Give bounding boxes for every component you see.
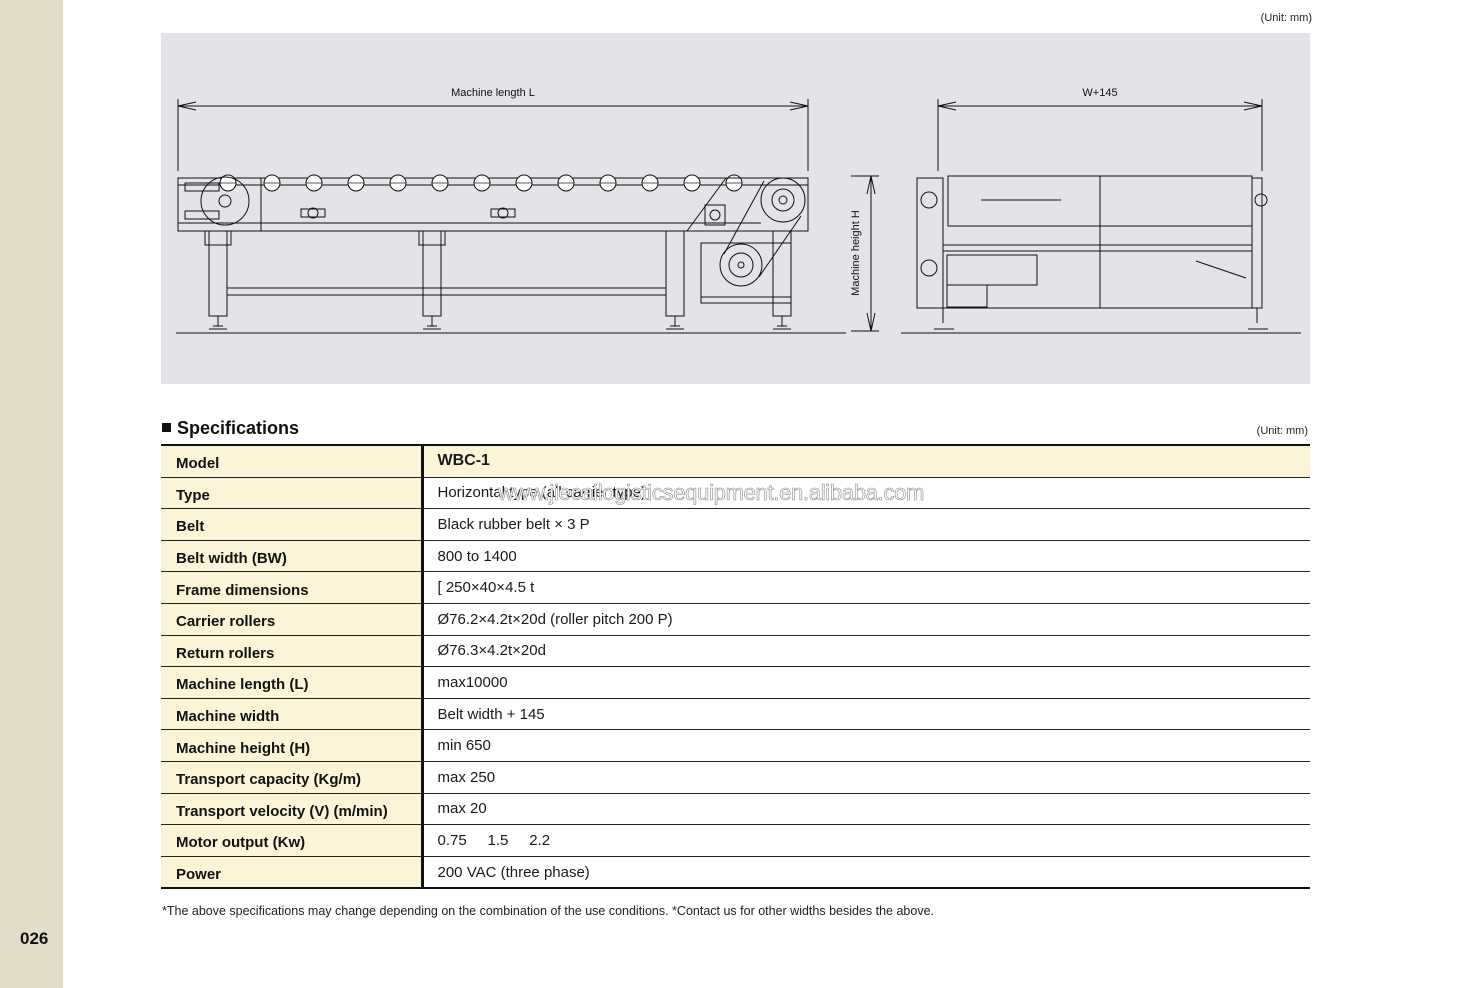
spec-label: Machine height (H) — [161, 729, 424, 762]
height-label: Machine height H — [850, 210, 862, 296]
sidebar-strip — [0, 0, 63, 988]
table-row: Machine width Belt width + 145 — [161, 698, 1310, 731]
spec-label: Motor output (Kw) — [161, 824, 424, 857]
table-row: Belt Black rubber belt × 3 P — [161, 508, 1310, 541]
spec-label: Transport capacity (Kg/m) — [161, 761, 424, 794]
spec-value: 800 to 1400 — [422, 540, 1310, 573]
spec-label: Transport velocity (V) (m/min) — [161, 793, 424, 826]
spec-label: Belt width (BW) — [161, 540, 424, 573]
unit-label-spec: (Unit: mm) — [1256, 425, 1308, 437]
table-row: Power 200 VAC (three phase) — [161, 856, 1310, 889]
spec-label: Model — [161, 445, 424, 478]
table-row: Carrier rollers Ø76.2×4.2t×20d (roller p… — [161, 603, 1310, 636]
spec-value: [ 250×40×4.5 t — [422, 571, 1310, 604]
spec-value: Belt width + 145 — [422, 698, 1310, 731]
spec-value: Ø76.2×4.2t×20d (roller pitch 200 P) — [422, 603, 1310, 636]
table-row: Motor output (Kw) 0.75 1.5 2.2 — [161, 824, 1310, 857]
spec-label: Return rollers — [161, 635, 424, 668]
spec-label: Carrier rollers — [161, 603, 424, 636]
specifications-heading: Specifications — [162, 418, 299, 439]
table-row: Return rollers Ø76.3×4.2t×20d — [161, 635, 1310, 668]
table-row: Belt width (BW) 800 to 1400 — [161, 540, 1310, 573]
spec-value: min 650 — [422, 729, 1310, 762]
table-row: Machine height (H) min 650 — [161, 729, 1310, 762]
table-row: Transport velocity (V) (m/min) max 20 — [161, 793, 1310, 826]
spec-label: Belt — [161, 508, 424, 541]
table-row: Frame dimensions [ 250×40×4.5 t — [161, 571, 1310, 604]
technical-drawing: Machine length L W+145 Machine height H — [161, 33, 1310, 384]
spec-value: max10000 — [422, 666, 1310, 699]
spec-label: Power — [161, 856, 424, 889]
spec-value: 200 VAC (three phase) — [437, 863, 590, 881]
specifications-title: Specifications — [177, 418, 300, 438]
drawing-svg: Machine length L W+145 Machine height H — [176, 87, 1301, 334]
table-row: Model WBC-1 — [161, 445, 1310, 478]
watermark: www.jiecailogisticsequipment.en.alibaba.… — [498, 480, 925, 506]
spec-value: 0.75 1.5 2.2 — [422, 824, 1310, 857]
footnote: *The above specifications may change dep… — [162, 904, 935, 918]
spec-value: Ø76.3×4.2t×20d — [422, 635, 1310, 668]
machine-length-label: Machine length L — [451, 87, 535, 99]
specifications-table: Model WBC-1 Type Horizontal type (all ca… — [161, 444, 1310, 890]
spec-label: Machine width — [161, 698, 424, 731]
spec-label: Type — [161, 477, 424, 510]
spec-value: WBC-1 — [422, 445, 1310, 478]
bullet-square-icon — [162, 423, 171, 432]
table-row: Machine length (L) max10000 — [161, 666, 1310, 699]
spec-label: Machine length (L) — [161, 666, 424, 699]
spec-value: max 20 — [422, 793, 1310, 826]
width-label: W+145 — [1082, 87, 1117, 99]
spec-value: max 250 — [422, 761, 1310, 794]
page-number: 026 — [20, 929, 49, 948]
side-view — [176, 99, 879, 334]
unit-label-top: (Unit: mm) — [1260, 12, 1312, 24]
spec-value: Black rubber belt × 3 P — [422, 508, 1310, 541]
table-row: Transport capacity (Kg/m) max 250 — [161, 761, 1310, 794]
spec-label: Frame dimensions — [161, 571, 424, 604]
end-view — [901, 99, 1301, 334]
